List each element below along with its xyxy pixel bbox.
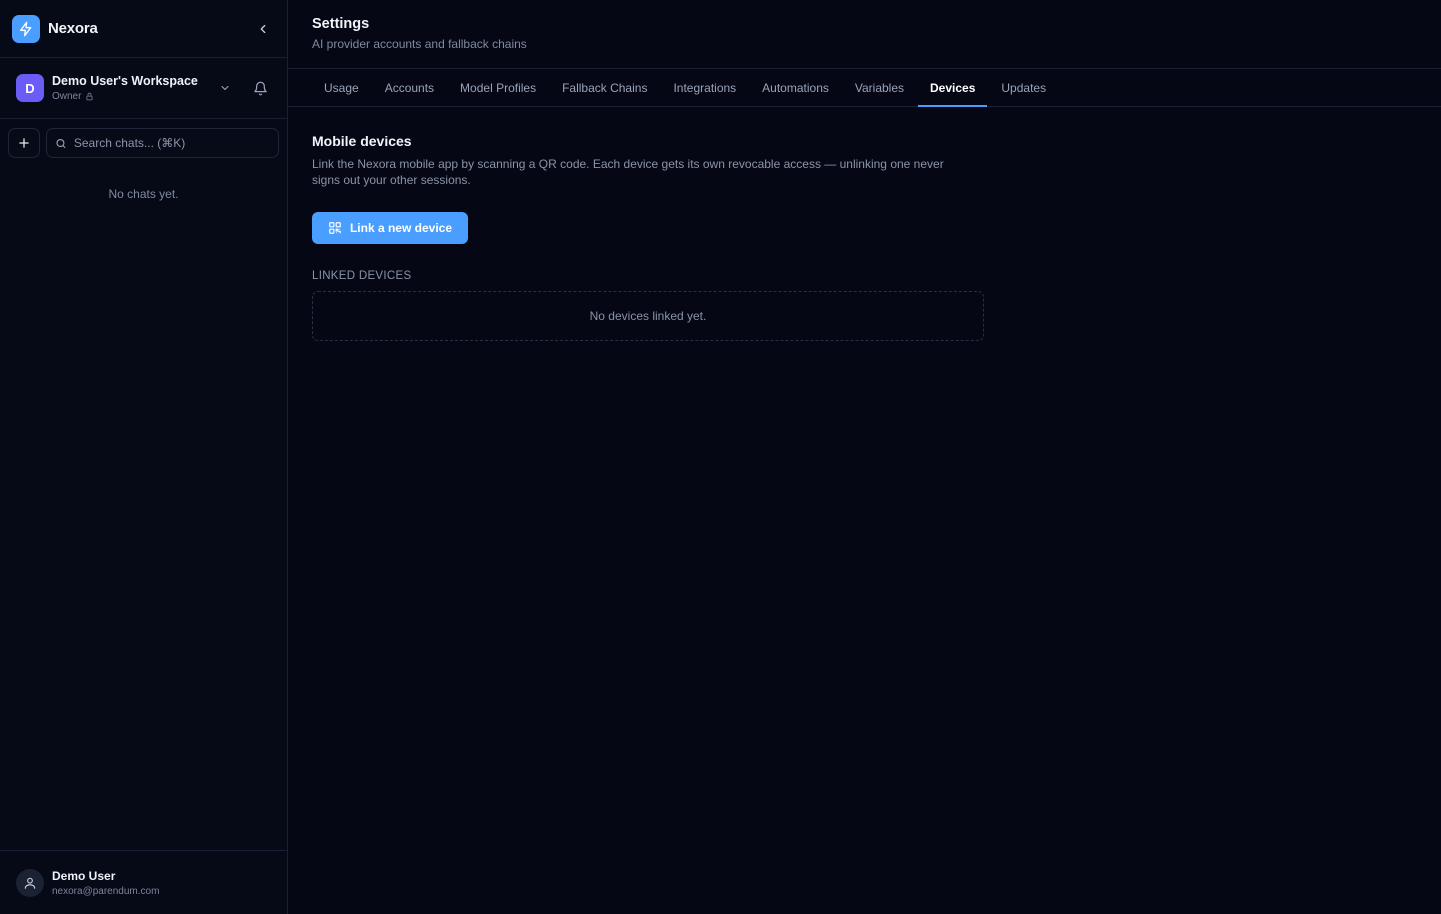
search-input[interactable] xyxy=(73,136,270,150)
tab-label: Variables xyxy=(854,80,905,95)
user-info: Demo User nexora@parendum.com xyxy=(52,869,159,897)
plus-icon xyxy=(19,138,29,148)
tab-usage[interactable]: Usage xyxy=(312,69,371,106)
user-icon xyxy=(24,877,36,889)
tab-label: Automations xyxy=(762,80,829,95)
qr-code-icon xyxy=(329,222,341,234)
user-avatar xyxy=(16,868,44,897)
tab-label: Accounts xyxy=(384,80,435,95)
user-name: Demo User xyxy=(52,868,116,883)
workspace-avatar: D xyxy=(16,74,44,102)
workspace-name: Demo User's Workspace xyxy=(52,74,198,88)
brand-bar: Nexora xyxy=(0,0,287,58)
tab-accounts[interactable]: Accounts xyxy=(373,69,446,106)
tab-variables[interactable]: Variables xyxy=(843,69,916,106)
bell-icon xyxy=(253,81,267,95)
tab-fallback-chains[interactable]: Fallback Chains xyxy=(550,69,659,106)
workspace-role-label: Owner xyxy=(52,91,82,102)
link-device-button[interactable]: Link a new device xyxy=(312,212,468,244)
lightning-icon xyxy=(12,14,40,43)
notifications-button[interactable] xyxy=(249,77,271,99)
sidebar: Nexora D Demo User's Workspace Owner Sea… xyxy=(0,0,288,914)
user-profile[interactable]: Demo User nexora@parendum.com xyxy=(0,850,287,914)
tab-automations[interactable]: Automations xyxy=(750,69,841,106)
collapse-sidebar-button[interactable] xyxy=(251,17,275,41)
link-device-label: Link a new device xyxy=(349,221,453,235)
linked-devices-heading: LINKED DEVICES xyxy=(312,270,412,282)
page-title: Settings xyxy=(312,16,370,32)
user-email: nexora@parendum.com xyxy=(52,885,160,897)
tab-devices[interactable]: Devices xyxy=(918,69,988,107)
lock-icon xyxy=(86,92,93,101)
app-root: Nexora D Demo User's Workspace Owner Sea… xyxy=(0,0,1441,914)
tab-model-profiles[interactable]: Model Profiles xyxy=(448,69,548,106)
tab-label: Devices xyxy=(930,80,976,95)
tab-label: Fallback Chains xyxy=(562,80,648,95)
tab-integrations[interactable]: Integrations xyxy=(661,69,748,106)
workspace-switcher[interactable]: D Demo User's Workspace Owner xyxy=(0,58,287,119)
linked-devices-list: No devices linked yet. xyxy=(312,291,984,341)
tab-label: Integrations xyxy=(673,80,737,95)
empty-chats-message: No chats yet. xyxy=(108,187,179,201)
new-chat-button[interactable] xyxy=(8,128,40,158)
empty-devices-message: No devices linked yet. xyxy=(589,309,707,323)
search-box xyxy=(46,128,279,158)
tab-updates[interactable]: Updates xyxy=(989,69,1058,106)
tab-label: Updates xyxy=(1001,80,1047,95)
page-header: Settings AI provider accounts and fallba… xyxy=(288,0,1441,69)
workspace-dropdown-button[interactable] xyxy=(215,78,235,98)
section-title: Mobile devices xyxy=(312,133,412,149)
page-subtitle: AI provider accounts and fallback chains xyxy=(312,37,527,51)
devices-section: Mobile devices Link the Nexora mobile ap… xyxy=(288,107,1441,341)
main-panel: Settings AI provider accounts and fallba… xyxy=(288,0,1441,914)
tab-label: Usage xyxy=(324,80,359,95)
tab-label: Model Profiles xyxy=(460,80,537,95)
chevron-left-icon xyxy=(260,24,266,33)
workspace-role: Owner xyxy=(52,91,198,102)
app-name: Nexora xyxy=(48,20,98,37)
chat-search-row xyxy=(0,119,287,158)
settings-tabs: Usage Accounts Model Profiles Fallback C… xyxy=(288,69,1441,107)
workspace-info: Demo User's Workspace Owner xyxy=(52,74,198,102)
section-description: Link the Nexora mobile app by scanning a… xyxy=(312,157,944,187)
chevron-down-icon xyxy=(221,85,229,91)
search-icon xyxy=(56,138,66,148)
